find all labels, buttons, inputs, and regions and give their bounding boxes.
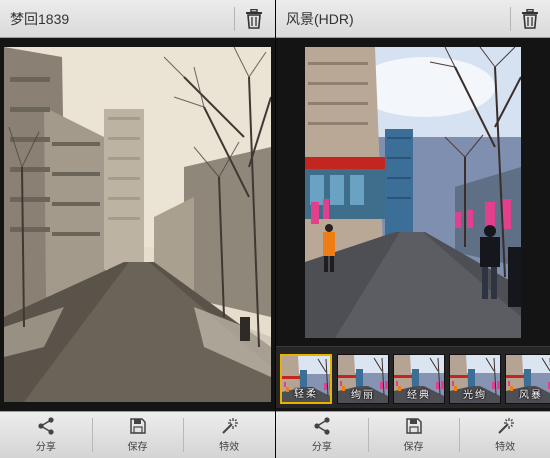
share-label: 分享 — [35, 442, 56, 453]
save-button[interactable]: 保存 — [367, 412, 460, 458]
filter-label: 光绚 — [463, 390, 487, 401]
magic-wand-icon — [496, 417, 514, 435]
save-icon — [405, 417, 423, 435]
save-label: 保存 — [127, 442, 148, 453]
filter-thumb-storm[interactable]: 风暴 — [505, 354, 550, 404]
effects-label: 特效 — [495, 442, 516, 453]
effects-button[interactable]: 特效 — [459, 412, 550, 458]
share-icon — [37, 417, 55, 435]
trash-icon — [521, 9, 539, 29]
share-button[interactable]: 分享 — [276, 412, 368, 458]
filter-label: 风暴 — [519, 390, 543, 401]
filter-thumb-classic[interactable]: 经典 — [393, 354, 445, 404]
left-photo-panel: 梦回1839 分享 保存 特效 — [0, 0, 275, 458]
delete-button[interactable] — [510, 0, 550, 38]
left-title-bar: 梦回1839 — [0, 0, 275, 38]
right-bottom-toolbar: 分享 保存 特效 — [276, 411, 550, 458]
share-button[interactable]: 分享 — [0, 412, 92, 458]
effects-label: 特效 — [219, 442, 240, 453]
filter-thumb-light[interactable]: 光绚 — [449, 354, 501, 404]
photo-title: 梦回1839 — [10, 10, 70, 27]
save-button[interactable]: 保存 — [91, 412, 184, 458]
share-label: 分享 — [311, 442, 332, 453]
save-label: 保存 — [403, 442, 424, 453]
magic-wand-icon — [220, 417, 238, 435]
left-bottom-toolbar: 分享 保存 特效 — [0, 411, 275, 458]
photo-title: 风景(HDR) — [286, 10, 354, 27]
share-icon — [313, 417, 331, 435]
right-photo-panel: 风景(HDR) 轻柔 绚丽 经典 光绚 风暴 分享 保存 特效 — [275, 0, 550, 458]
right-title-bar: 风景(HDR) — [276, 0, 550, 38]
trash-icon — [245, 9, 263, 29]
filter-label: 轻柔 — [294, 389, 318, 400]
hdr-photo[interactable] — [305, 47, 521, 338]
effects-button[interactable]: 特效 — [183, 412, 275, 458]
filter-thumb-gorgeous[interactable]: 绚丽 — [337, 354, 389, 404]
filter-label: 经典 — [407, 390, 431, 401]
sepia-photo[interactable] — [4, 47, 271, 402]
filter-label: 绚丽 — [351, 390, 375, 401]
save-icon — [129, 417, 147, 435]
filter-strip: 轻柔 绚丽 经典 光绚 风暴 — [276, 346, 550, 408]
filter-thumb-soft[interactable]: 轻柔 — [280, 354, 332, 404]
delete-button[interactable] — [234, 0, 274, 38]
